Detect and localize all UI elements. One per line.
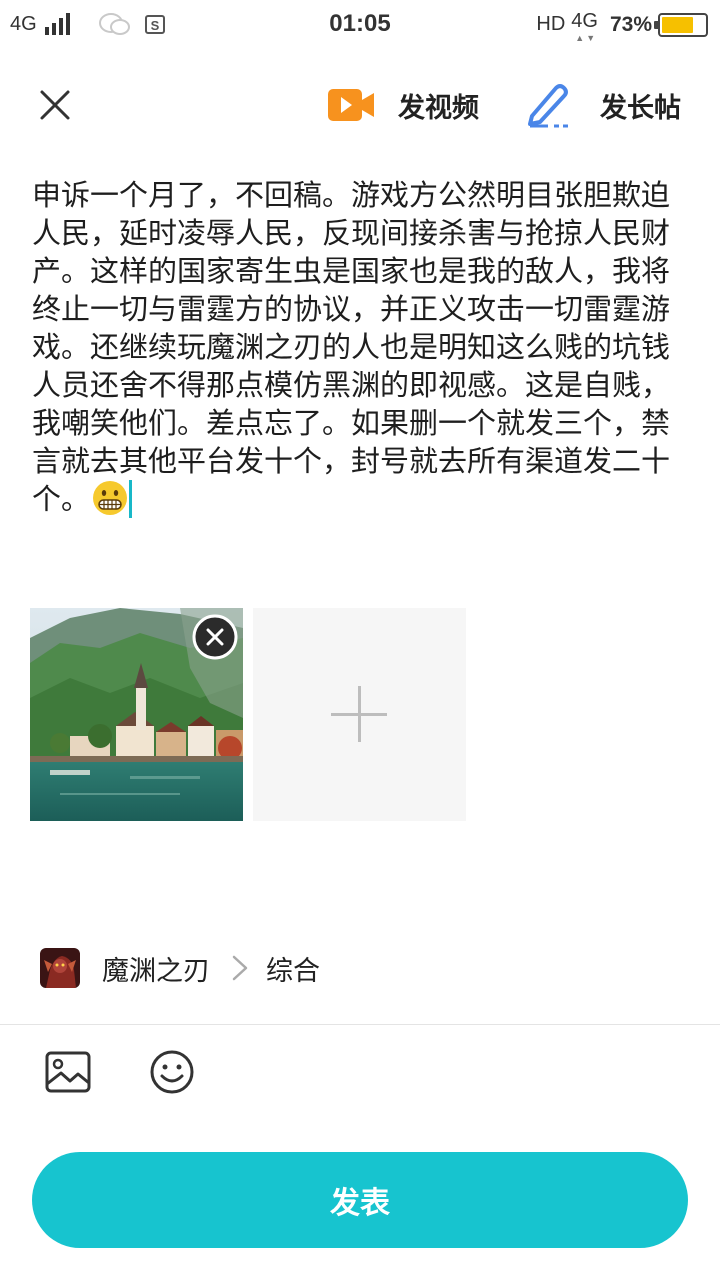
hd-indicator: HD [536, 13, 566, 35]
post-text-content: 申诉一个月了，不回稿。游戏方公然明目张胆欺迫人民，延时凌辱人民，反现间接杀害与抢… [32, 178, 671, 516]
smiley-icon[interactable] [148, 1048, 196, 1096]
status-right: HD 4G ▲▼ 73% [536, 10, 708, 43]
long-post-button[interactable]: 发长帖 [524, 80, 681, 130]
topic-selector[interactable]: 魔渊之刃 综合 [40, 946, 320, 990]
long-post-label: 发长帖 [600, 92, 681, 124]
top-bar: 发视频 发长帖 [0, 60, 720, 150]
close-icon[interactable] [34, 84, 76, 126]
game-name[interactable]: 魔渊之刃 [102, 949, 210, 988]
add-image-button[interactable] [253, 608, 466, 821]
post-text-area[interactable]: 申诉一个月了，不回稿。游戏方公然明目张胆欺迫人民，延时凌辱人民，反现间接杀害与抢… [32, 176, 692, 518]
video-camera-icon [328, 89, 374, 121]
network-type-right-label: 4G [571, 10, 598, 32]
divider [0, 1024, 720, 1025]
battery-fill [662, 16, 693, 33]
grimacing-face-emoji-icon [93, 481, 128, 515]
text-caret [129, 480, 133, 518]
plus-icon-vertical [358, 686, 361, 742]
network-type-right: 4G ▲▼ [571, 10, 598, 43]
category-name[interactable]: 综合 [266, 949, 320, 988]
publish-button[interactable]: 发表 [32, 1152, 688, 1248]
data-arrows-icon: ▲▼ [575, 33, 598, 43]
pen-icon [528, 84, 572, 128]
battery-icon [654, 12, 708, 37]
status-bar: 4G S 01:05 HD 4G ▲▼ 73% [0, 0, 720, 52]
post-video-button[interactable]: 发视频 [326, 80, 479, 130]
battery-percent: 73% [609, 12, 652, 36]
close-circle-icon[interactable] [192, 614, 238, 660]
chevron-right-icon [232, 955, 248, 981]
game-avatar-icon[interactable] [40, 948, 80, 988]
image-icon[interactable] [44, 1048, 92, 1096]
post-video-label: 发视频 [398, 92, 479, 124]
